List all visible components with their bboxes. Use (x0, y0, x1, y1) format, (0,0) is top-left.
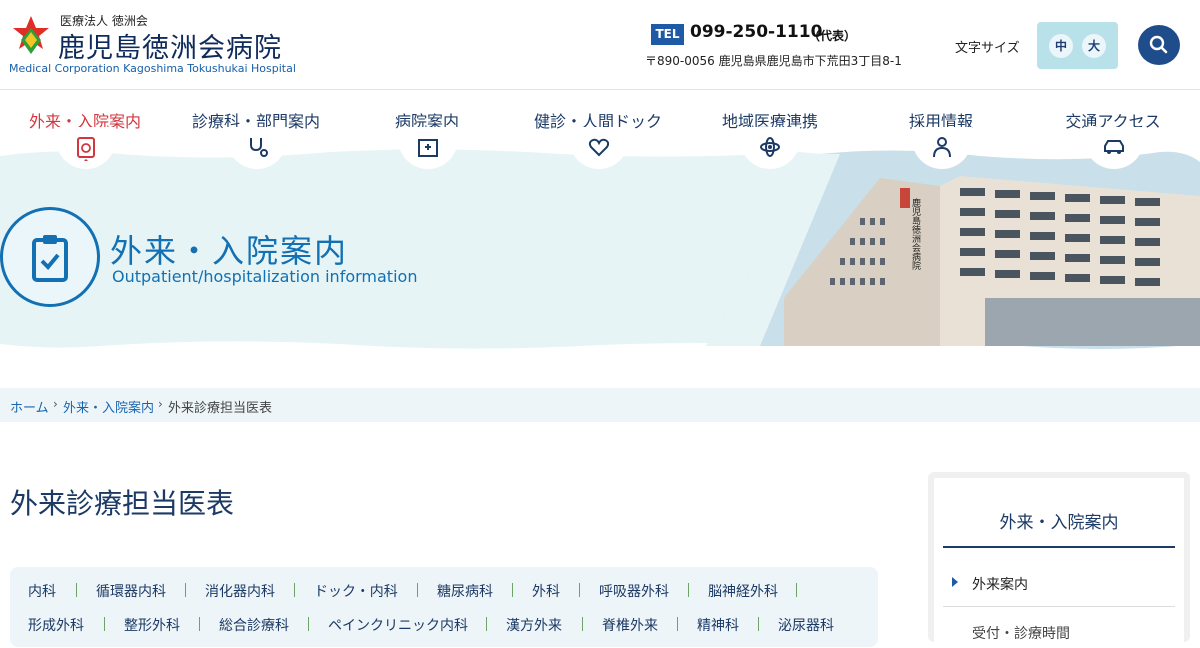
font-size-medium-button[interactable]: 中 (1049, 34, 1073, 58)
site-header: 医療法人 徳洲会 鹿児島徳洲会病院 Medical Corporation Ka… (0, 0, 1200, 90)
hospital-icon (418, 139, 438, 157)
tab-orthopedics[interactable]: 整形外科 (124, 615, 180, 635)
hero-subtitle: Outpatient/hospitalization information (112, 267, 418, 286)
tab-divider (417, 583, 418, 597)
tab-divider (76, 583, 77, 597)
building-sign: 鹿児島徳洲会病院 (910, 197, 921, 271)
sidebar-link-reception-hours[interactable]: 受付・診療時間 (972, 623, 1070, 643)
nav-icon-departments[interactable] (227, 127, 287, 169)
tab-divider (199, 617, 200, 631)
tab-cardiology[interactable]: 循環器内科 (96, 581, 166, 601)
sidebar-panel: 外来・入院案内 外来案内 受付・診療時間 (934, 478, 1184, 648)
tab-divider (486, 617, 487, 631)
nav-icon-outpatient[interactable] (56, 127, 116, 169)
breadcrumb-current: 外来診療担当医表 (168, 401, 273, 416)
tab-divider (582, 617, 583, 631)
search-icon (1149, 35, 1168, 54)
tab-divider (104, 617, 105, 631)
tab-divider (796, 583, 797, 597)
tab-divider (308, 617, 309, 631)
nav-icon-recruit[interactable] (912, 127, 972, 169)
tab-divider (579, 583, 580, 597)
sidebar-title[interactable]: 外来・入院案内 (934, 508, 1184, 533)
font-size-large-button[interactable]: 大 (1082, 34, 1106, 58)
tab-gastroenterology[interactable]: 消化器内科 (205, 581, 275, 601)
tab-divider (677, 617, 678, 631)
breadcrumb: ホーム › 外来・入院案内 › 外来診療担当医表 (0, 388, 1200, 422)
tab-divider (294, 583, 295, 597)
hero-icon-circle (0, 207, 100, 307)
tab-surgery[interactable]: 外科 (532, 581, 560, 601)
nav-icon-about[interactable] (398, 127, 458, 169)
tab-divider (688, 583, 689, 597)
tel-number[interactable]: 099-250-1110 (690, 22, 822, 42)
tab-pain-clinic[interactable]: ペインクリニック内科 (328, 615, 468, 635)
network-icon (760, 137, 780, 157)
tab-internal-medicine[interactable]: 内科 (28, 581, 56, 601)
clipboard-icon (77, 137, 95, 161)
tel-note: （代表） (808, 29, 857, 43)
breadcrumb-home[interactable]: ホーム (10, 401, 49, 416)
hospital-name[interactable]: 鹿児島徳洲会病院 (58, 26, 282, 65)
address: 〒890-0056 鹿児島県鹿児島市下荒田3丁目8-1 (645, 54, 902, 68)
chevron-right-icon: › (158, 397, 163, 411)
nav-icon-access[interactable] (1084, 127, 1144, 169)
tel-badge: TEL (651, 24, 684, 45)
tab-divider (185, 583, 186, 597)
triangle-right-icon (952, 577, 958, 587)
department-tabs: 内科 循環器内科 消化器内科 ドック・内科 糖尿病科 外科 呼吸器外科 脳神経外… (10, 567, 878, 647)
heart-hand-icon (588, 138, 610, 157)
divider (943, 606, 1175, 607)
chevron-right-icon: › (53, 397, 58, 411)
tab-divider (758, 617, 759, 631)
font-size-switcher: 中 大 (1037, 22, 1118, 69)
page-title: 外来診療担当医表 (10, 487, 235, 520)
sidebar: 外来・入院案内 外来案内 受付・診療時間 (928, 472, 1190, 648)
main-nav: 外来・入院案内 診療科・部門案内 病院案内 健診・人間ドック 地域医療連携 採用… (0, 90, 1200, 170)
clipboard-check-icon (32, 235, 68, 282)
tab-plastic-surgery[interactable]: 形成外科 (28, 615, 84, 635)
sidebar-title-underline (943, 546, 1175, 548)
tab-urology[interactable]: 泌尿器科 (778, 615, 834, 635)
tab-psychiatry[interactable]: 精神科 (697, 615, 739, 635)
tab-thoracic-surgery[interactable]: 呼吸器外科 (599, 581, 669, 601)
hospital-name-en: Medical Corporation Kagoshima Tokushukai… (9, 62, 296, 75)
tab-divider (512, 583, 513, 597)
tab-neurosurgery[interactable]: 脳神経外科 (708, 581, 778, 601)
hero-title: 外来・入院案内 (110, 232, 349, 270)
sidebar-link-outpatient[interactable]: 外来案内 (972, 574, 1028, 594)
font-size-label: 文字サイズ (955, 41, 1020, 56)
tab-kampo[interactable]: 漢方外来 (506, 615, 562, 635)
tab-spine[interactable]: 脊椎外来 (602, 615, 658, 635)
nav-icon-regional[interactable] (740, 127, 800, 169)
tab-dock-internal[interactable]: ドック・内科 (314, 581, 398, 601)
nav-icon-checkup[interactable] (569, 127, 629, 169)
stethoscope-icon (250, 138, 268, 157)
tab-general-medicine[interactable]: 総合診療科 (219, 615, 289, 635)
hospital-logo-icon[interactable] (10, 14, 52, 56)
breadcrumb-parent[interactable]: 外来・入院案内 (63, 401, 154, 416)
person-icon (933, 137, 951, 158)
tab-diabetes[interactable]: 糖尿病科 (437, 581, 493, 601)
search-button[interactable] (1138, 25, 1180, 65)
car-icon (1104, 140, 1124, 154)
